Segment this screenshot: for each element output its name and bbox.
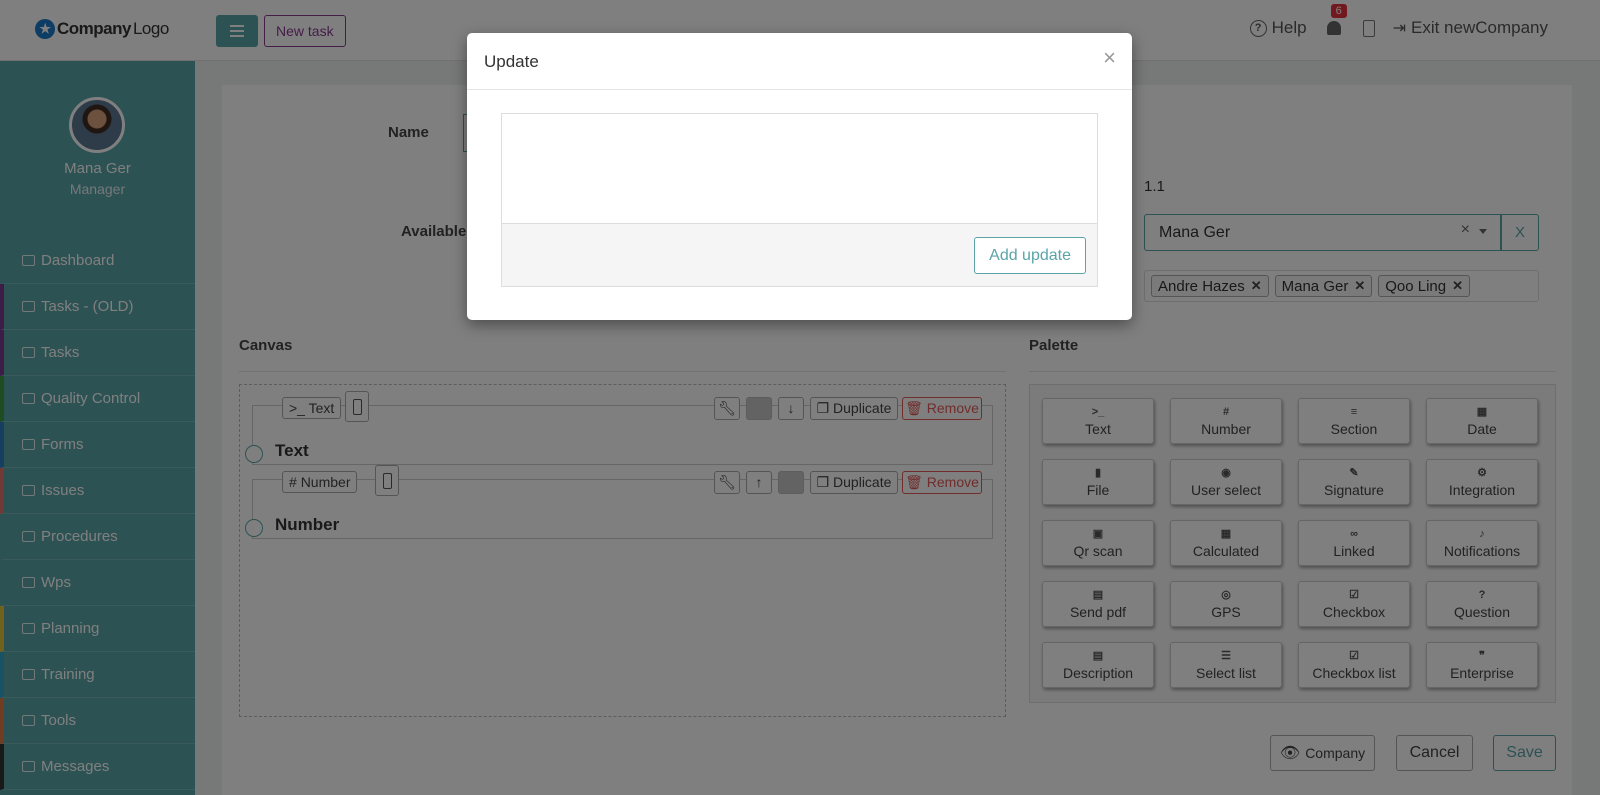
update-text-editor[interactable] <box>501 113 1098 224</box>
modal-header: Update × <box>467 33 1132 90</box>
add-update-button[interactable]: Add update <box>974 237 1086 274</box>
close-icon[interactable]: × <box>1103 47 1116 69</box>
update-editor-footer: Add update <box>501 223 1098 287</box>
update-modal: Update × Add update <box>467 33 1132 320</box>
modal-title: Update <box>484 52 539 71</box>
